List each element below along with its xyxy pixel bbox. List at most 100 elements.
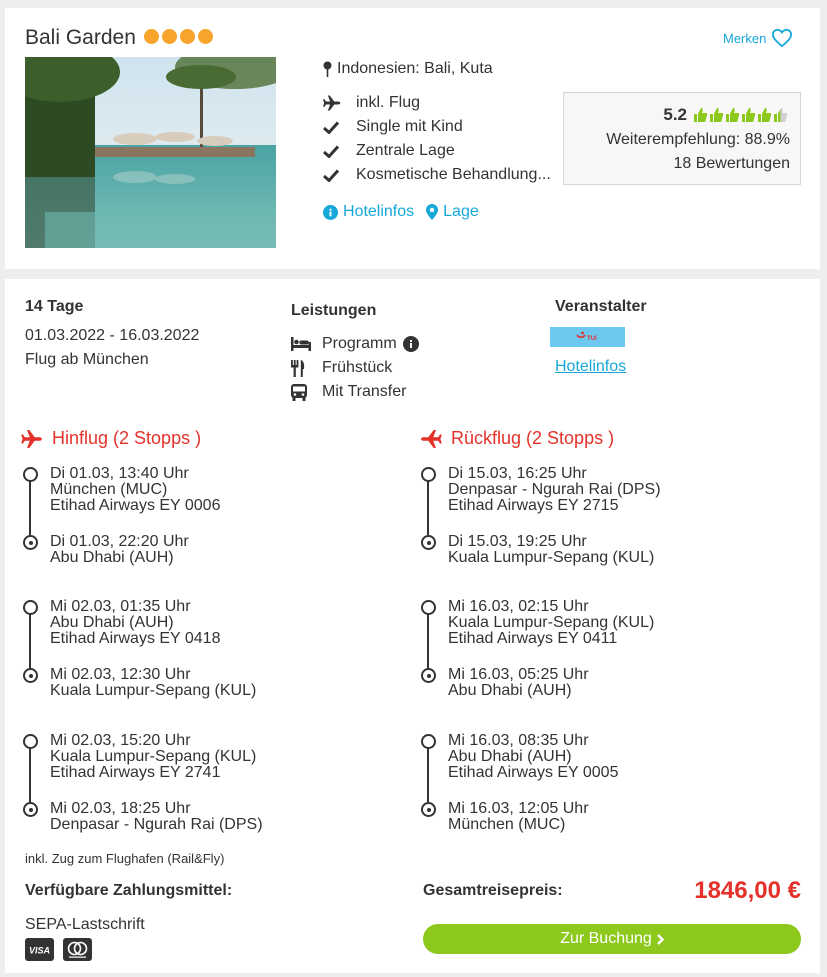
arrival-airport: Abu Dhabi (AUH) xyxy=(50,549,174,566)
save-label: Merken xyxy=(723,30,767,46)
arrival-airport: Denpasar - Ngurah Rai (DPS) xyxy=(50,816,263,833)
rating-box[interactable]: 5.2 Weiterempfehlung: 88.9% 18 Bewertung… xyxy=(563,92,801,185)
bed-icon xyxy=(291,337,311,351)
feature-item: Kosmetische Behandlung... xyxy=(323,166,551,184)
payment-icons: VISA xyxy=(25,938,92,961)
departure-time: Mi 02.03, 01:35 Uhr xyxy=(50,598,191,615)
departure-airport: Denpasar - Ngurah Rai (DPS) xyxy=(448,481,661,498)
services-title: Leistungen xyxy=(291,302,377,319)
payment-label: Verfügbare Zahlungsmittel: xyxy=(25,882,233,899)
trip-dates: 01.03.2022 - 16.03.2022 xyxy=(25,327,200,344)
operator-title: Veranstalter xyxy=(555,298,647,315)
operator-logo: TUI xyxy=(550,327,625,347)
info-icon[interactable] xyxy=(402,336,419,352)
arrival-airport: München (MUC) xyxy=(448,816,566,833)
plane-return-icon xyxy=(421,429,442,448)
review-count: 18 Bewertungen xyxy=(673,155,790,172)
departure-circle-icon xyxy=(23,467,38,482)
departure-time: Mi 16.03, 02:15 Uhr xyxy=(448,598,589,615)
departure-circle-icon xyxy=(421,734,436,749)
book-button-label: Zur Buchung xyxy=(560,930,652,947)
rail-note: inkl. Zug zum Flughafen (Rail&Fly) xyxy=(25,851,225,866)
departure-time: Di 01.03, 13:40 Uhr xyxy=(50,465,189,482)
outbound-title: Hinflug (2 Stopps ) xyxy=(21,428,201,449)
chevron-right-icon xyxy=(656,933,664,945)
arrival-airport: Abu Dhabi (AUH) xyxy=(448,682,572,699)
departure-circle-icon xyxy=(23,600,38,615)
cutlery-icon xyxy=(291,359,305,377)
arrival-airport: Kuala Lumpur-Sepang (KUL) xyxy=(50,682,257,699)
hotel-location: Indonesien: Bali, Kuta xyxy=(323,60,493,78)
rating-value: 5.2 xyxy=(663,105,687,124)
total-price: 1846,00 € xyxy=(694,877,801,904)
departure-circle-icon xyxy=(421,600,436,615)
arrival-circle-icon xyxy=(23,535,38,550)
plane-icon xyxy=(323,95,341,111)
rating-thumbs xyxy=(693,107,788,123)
departure-circle-icon xyxy=(23,734,38,749)
thumb-up-icon xyxy=(710,108,724,122)
airline: Etihad Airways EY 0411 xyxy=(448,630,618,647)
lage-link[interactable]: Lage xyxy=(426,203,479,221)
timeline-line xyxy=(427,747,429,802)
operator-hotelinfos-link[interactable]: Hotelinfos xyxy=(555,358,626,376)
arrival-time: Mi 02.03, 18:25 Uhr xyxy=(50,800,191,817)
hotel-links: Hotelinfos Lage xyxy=(323,203,479,221)
arrival-time: Di 01.03, 22:20 Uhr xyxy=(50,533,189,550)
operator-logo-text: TUI xyxy=(587,336,597,342)
map-marker-icon xyxy=(426,204,439,220)
heart-icon xyxy=(772,28,793,48)
star-icon xyxy=(180,29,195,44)
hotel-name[interactable]: Bali Garden xyxy=(25,26,136,50)
airline: Etihad Airways EY 0418 xyxy=(50,630,221,647)
plane-icon xyxy=(21,429,42,448)
departure-time: Mi 02.03, 15:20 Uhr xyxy=(50,732,191,749)
mastercard-icon xyxy=(63,938,92,961)
trip-departure: Flug ab München xyxy=(25,351,149,368)
departure-time: Mi 16.03, 08:35 Uhr xyxy=(448,732,589,749)
info-icon xyxy=(323,204,338,220)
feature-item: inkl. Flug xyxy=(323,94,420,112)
arrival-airport: Kuala Lumpur-Sepang (KUL) xyxy=(448,549,655,566)
service-item: Programm xyxy=(291,335,419,353)
departure-time: Di 15.03, 16:25 Uhr xyxy=(448,465,587,482)
airline: Etihad Airways EY 2715 xyxy=(448,497,619,514)
location-text: Indonesien: Bali, Kuta xyxy=(337,60,493,77)
arrival-circle-icon xyxy=(421,802,436,817)
check-icon xyxy=(323,168,339,182)
timeline-line xyxy=(427,480,429,535)
thumb-up-icon xyxy=(694,108,708,122)
feature-item: Single mit Kind xyxy=(323,118,463,136)
timeline-line xyxy=(427,613,429,668)
check-icon xyxy=(323,144,339,158)
star-icon xyxy=(162,29,177,44)
departure-circle-icon xyxy=(421,467,436,482)
service-item: Frühstück xyxy=(291,359,392,377)
visa-text: VISA xyxy=(29,946,50,956)
payment-method: SEPA-Lastschrift xyxy=(25,916,145,933)
thumb-up-icon xyxy=(726,108,740,122)
hotelinfos-link[interactable]: Hotelinfos xyxy=(323,203,414,221)
airline: Etihad Airways EY 2741 xyxy=(50,764,221,781)
recommendation-rate: Weiterempfehlung: 88.9% xyxy=(606,131,790,148)
star-icon xyxy=(198,29,213,44)
book-button[interactable]: Zur Buchung xyxy=(423,924,801,954)
save-button[interactable]: Merken xyxy=(723,28,793,48)
star-icon xyxy=(144,29,159,44)
airline: Etihad Airways EY 0006 xyxy=(50,497,221,514)
departure-airport: Abu Dhabi (AUH) xyxy=(50,614,174,631)
arrival-time: Di 15.03, 19:25 Uhr xyxy=(448,533,587,550)
trip-duration: 14 Tage xyxy=(25,298,84,315)
timeline-line xyxy=(29,747,31,802)
visa-icon: VISA xyxy=(25,938,54,961)
arrival-time: Mi 16.03, 12:05 Uhr xyxy=(448,800,589,817)
map-pin-icon xyxy=(323,61,332,77)
arrival-circle-icon xyxy=(23,802,38,817)
return-title: Rückflug (2 Stopps ) xyxy=(420,428,614,449)
thumb-up-icon xyxy=(758,108,772,122)
total-label: Gesamtreisepreis: xyxy=(423,882,563,899)
arrival-circle-icon xyxy=(421,535,436,550)
departure-airport: München (MUC) xyxy=(50,481,168,498)
timeline-line xyxy=(29,480,31,535)
hotel-image[interactable] xyxy=(25,57,276,248)
